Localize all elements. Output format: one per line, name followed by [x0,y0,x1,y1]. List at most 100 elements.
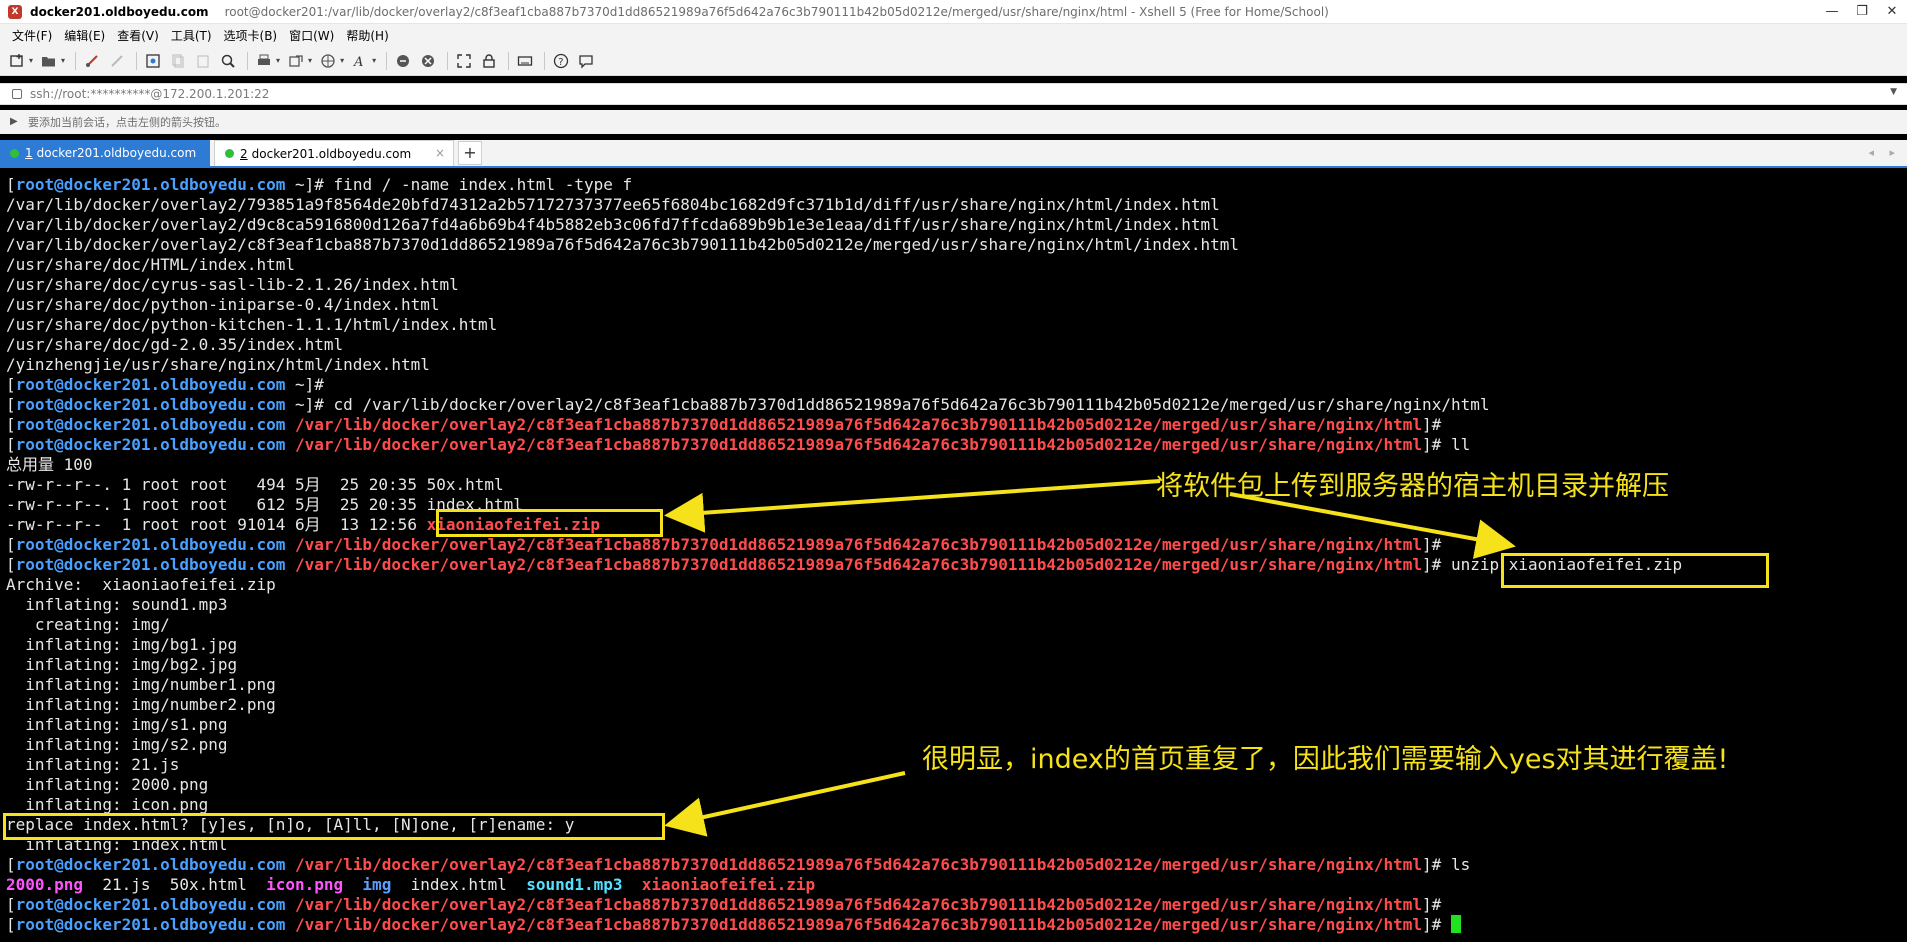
tab-session-2[interactable]: 2 docker201.oldboyedu.com × [214,140,454,166]
menu-window[interactable]: 窗口(W) [283,27,340,44]
font-icon[interactable]: A [349,50,371,72]
output-line: inflating: img/number2.png [6,695,1907,715]
tab-bar: 1 docker201.oldboyedu.com 2 docker201.ol… [0,140,1907,168]
output-text: inflating: sound1.mp3 [6,595,228,614]
open-folder-icon[interactable] [38,50,60,72]
prompt-suffix: ]# [1422,435,1451,454]
output-text: inflating: 21.js [6,755,180,774]
output-text: /usr/share/doc/gd-2.0.35/index.html [6,335,344,354]
transfer-icon[interactable] [285,50,307,72]
ls-item: icon.png [266,875,344,894]
prompt-bracket: [ [6,435,16,454]
output-line: creating: img/ [6,615,1907,635]
menu-file[interactable]: 文件(F) [6,27,58,44]
output-text: Archive: xiaoniaofeifei.zip [6,575,276,594]
xftp-icon[interactable] [392,50,414,72]
prompt-user: root@docker201.oldboyedu.com [15,895,286,914]
close-icon[interactable]: × [435,146,445,160]
disconnect-icon[interactable] [106,50,128,72]
address-bar[interactable]: ssh://root:**********@172.200.1.201:22 ▼ [0,83,1907,105]
output-line: inflating: img/bg1.jpg [6,635,1907,655]
xmanager-icon[interactable] [417,50,439,72]
prompt-user: root@docker201.oldboyedu.com [15,855,286,874]
prompt-line: [root@docker201.oldboyedu.com ~]# cd /va… [6,395,1907,415]
chevron-down-icon[interactable]: ▾ [372,56,376,65]
copy-icon[interactable] [167,50,189,72]
command-text: find / -name index.html -type f [333,175,633,194]
zip-file-highlight [436,509,663,537]
globe-icon[interactable] [317,50,339,72]
prompt-line: [root@docker201.oldboyedu.com /var/lib/d… [6,535,1907,555]
help-icon[interactable]: ? [550,50,572,72]
lock-icon[interactable] [478,50,500,72]
chevron-down-icon[interactable]: ▼ [1890,87,1897,97]
prompt-line: [root@docker201.oldboyedu.com /var/lib/d… [6,435,1907,455]
prompt-cwd: /var/lib/docker/overlay2/c8f3eaf1cba887b… [295,855,1423,874]
toolbar-divider [386,51,388,70]
svg-text:A: A [353,55,363,69]
prompt-suffix: ]# [1422,535,1451,554]
toolbar-divider [544,51,546,70]
ls-gap [247,875,266,894]
output-line: /usr/share/doc/cyrus-sasl-lib-2.1.26/ind… [6,275,1907,295]
window-title-full: root@docker201:/var/lib/docker/overlay2/… [224,4,1329,19]
chevron-down-icon[interactable]: ▾ [29,56,33,65]
add-tab-button[interactable]: + [458,141,482,165]
menu-edit[interactable]: 编辑(E) [58,27,111,44]
chevron-down-icon[interactable]: ▾ [61,56,65,65]
prompt-bracket: [ [6,555,16,574]
find-icon[interactable] [217,50,239,72]
print-icon[interactable] [253,50,275,72]
output-text: /yinzhengjie/usr/share/nginx/html/index.… [6,355,430,374]
ls-item: 21.js [102,875,151,894]
minimize-button[interactable]: — [1817,0,1847,24]
output-line: /var/lib/docker/overlay2/c8f3eaf1cba887b… [6,235,1907,255]
properties-icon[interactable] [142,50,164,72]
fullscreen-icon[interactable] [453,50,475,72]
output-text: /usr/share/doc/HTML/index.html [6,255,295,274]
paste-icon[interactable] [192,50,214,72]
output-text: /var/lib/docker/overlay2/793851a9f8564de… [6,195,1220,214]
upload-note: 将软件包上传到服务器的宿主机目录并解压 [1156,471,1669,502]
tab-number: 1 [25,146,33,160]
toolbar-divider [508,51,510,70]
tab-nav-arrows[interactable]: ◂ ▸ [1868,146,1901,159]
output-text: -rw-r--r-- 1 root root 91014 6月 13 12:56 [6,515,427,534]
keyboard-icon[interactable] [514,50,536,72]
output-text: inflating: img/bg2.jpg [6,655,238,674]
tab-session-1[interactable]: 1 docker201.oldboyedu.com [0,140,210,166]
command-text: ls [1450,855,1471,874]
close-button[interactable]: ✕ [1877,0,1907,24]
output-line: /var/lib/docker/overlay2/d9c8ca5916800d1… [6,215,1907,235]
chevron-down-icon[interactable]: ▾ [276,56,280,65]
chevron-down-icon[interactable]: ▾ [340,56,344,65]
ls-gap [83,875,102,894]
address-text[interactable]: ssh://root:**********@172.200.1.201:22 [30,87,269,101]
menu-help[interactable]: 帮助(H) [340,27,394,44]
prompt-bracket: [ [6,395,16,414]
output-text: inflating: img/number1.png [6,675,276,694]
maximize-button[interactable]: ❐ [1847,0,1877,24]
prompt-suffix: ]# [1422,855,1451,874]
chat-icon[interactable] [575,50,597,72]
output-text: inflating: img/s1.png [6,715,228,734]
window-controls: — ❐ ✕ [1817,0,1907,24]
new-session-icon[interactable] [6,50,28,72]
prompt-user: root@docker201.oldboyedu.com [15,375,286,394]
prompt-cwd: ~ [295,175,305,194]
output-line: inflating: 2000.png [6,775,1907,795]
arrow-icon[interactable]: ▶ [10,116,22,128]
prompt-cwd: ~ [295,375,305,394]
chevron-down-icon[interactable]: ▾ [308,56,312,65]
menu-view[interactable]: 查看(V) [111,27,165,44]
menu-tools[interactable]: 工具(T) [165,27,218,44]
output-text: /usr/share/doc/python-kitchen-1.1.1/html… [6,315,498,334]
menu-tab[interactable]: 选项卡(B) [218,27,284,44]
toolbar: ▾ ▾ ▾ ▾ ▾ A ▾ ? [0,46,1907,76]
prompt-suffix: ]# [304,375,334,394]
connect-icon[interactable] [81,50,103,72]
